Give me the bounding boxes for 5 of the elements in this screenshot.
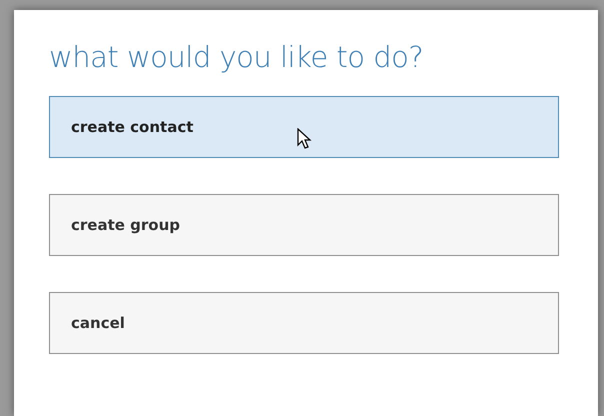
menu-button[interactable]: create contact xyxy=(49,96,559,158)
menu-button[interactable]: cancel xyxy=(49,292,559,354)
menu-button[interactable]: create group xyxy=(49,194,559,256)
cursor-icon xyxy=(297,128,312,150)
dialog-title: what would you like to do? xyxy=(49,40,424,74)
